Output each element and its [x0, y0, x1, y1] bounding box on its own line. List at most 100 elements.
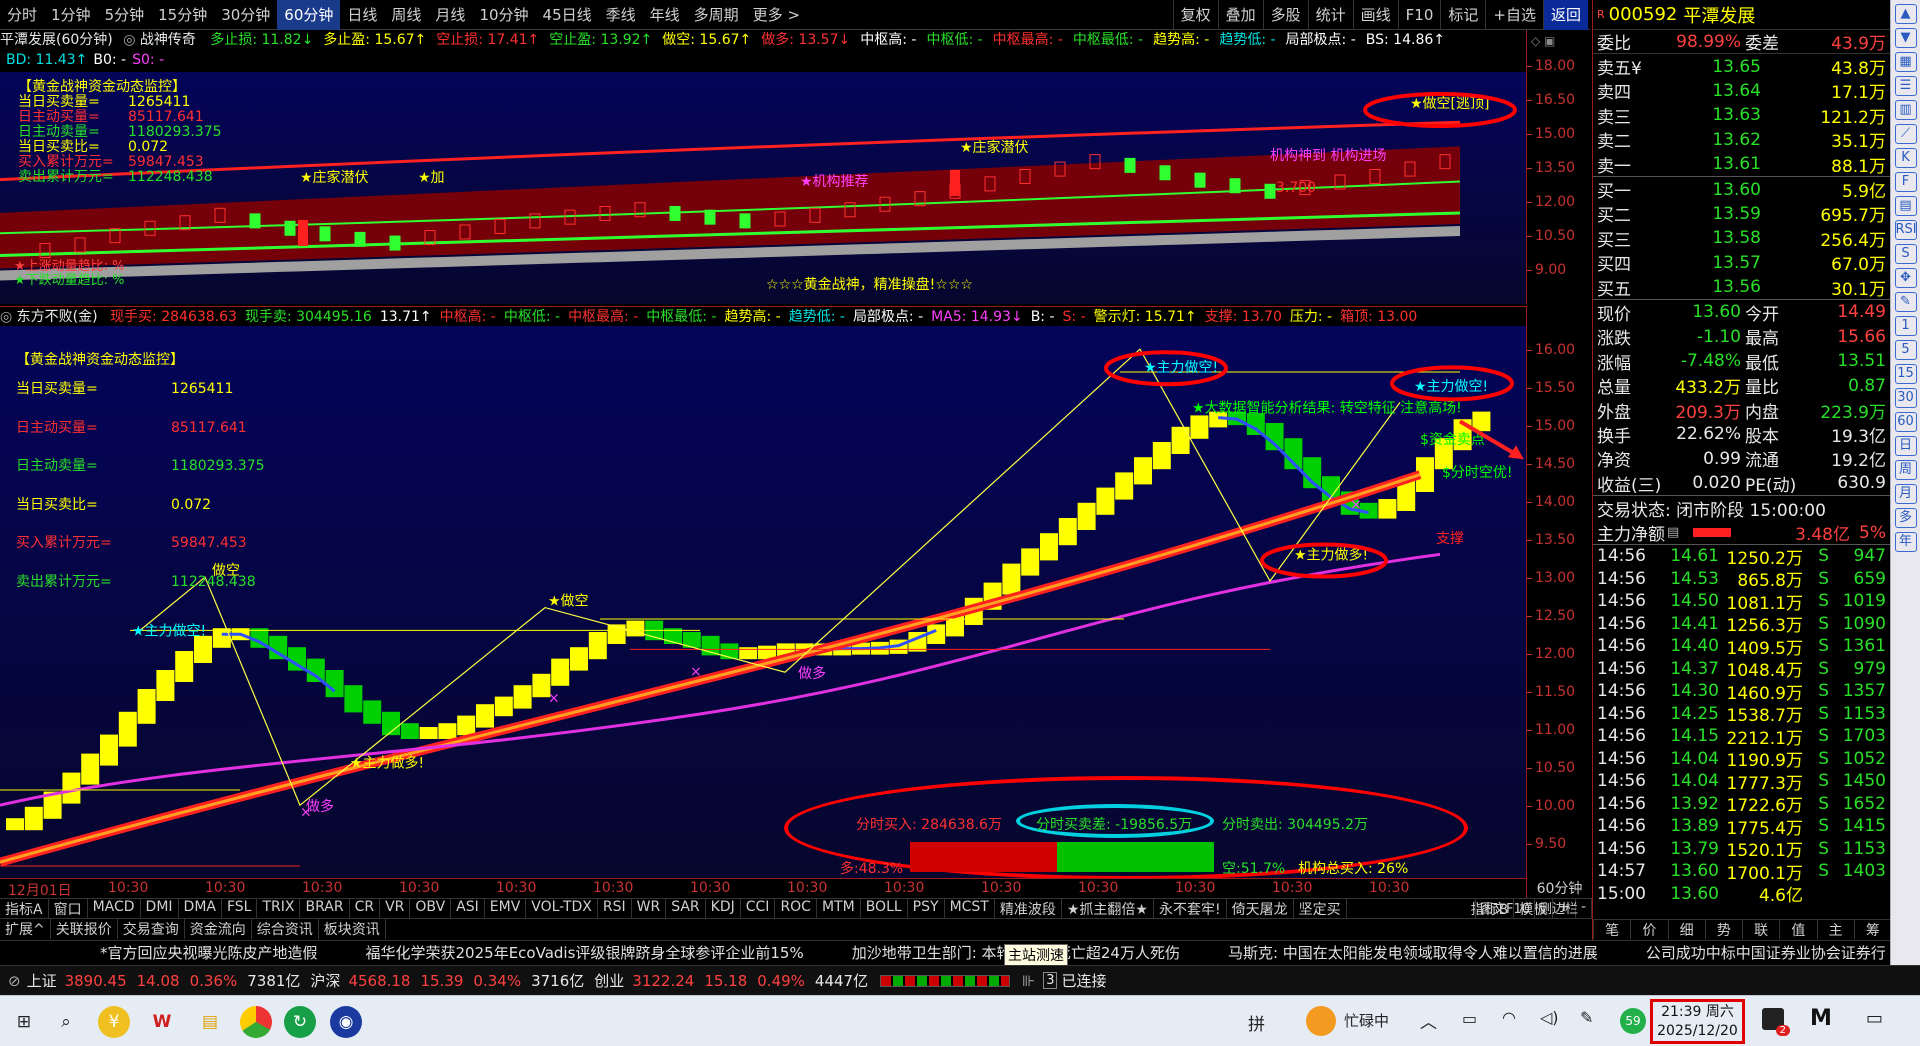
tool-button[interactable]: F10 — [1397, 0, 1441, 30]
sidebar-多-icon[interactable]: 多 — [1894, 508, 1917, 528]
indicator-tab[interactable]: TRIX — [257, 898, 301, 919]
indicator-tab[interactable]: VR — [380, 898, 411, 919]
indicator-tab[interactable]: 指标A — [0, 898, 49, 919]
sidebar-table-icon[interactable]: ▤ — [1894, 196, 1917, 216]
indicator-tab[interactable]: RSI — [598, 898, 632, 919]
lower-chart-panel[interactable]: ★主力做空! 做空 ★主力做多! 做多 ★做空 做多 ★主力做空! ★主力做多! ★大数据智能分… — [0, 326, 1526, 878]
tool-button[interactable]: 画线 — [1352, 0, 1398, 30]
chrome-icon[interactable] — [240, 1006, 272, 1038]
indicator-tab[interactable]: EMV — [485, 898, 527, 919]
period-tab[interactable]: 30分钟 — [214, 0, 277, 30]
tool-button[interactable]: 复权 — [1172, 0, 1218, 30]
sidebar-S-icon[interactable]: S — [1894, 244, 1917, 264]
status-settings-icon[interactable]: ⊘ — [8, 972, 21, 990]
panel-controls-icon[interactable]: ◇ ▣ — [1531, 34, 1555, 48]
action-center-icon[interactable]: ▭ — [1866, 1008, 1883, 1029]
volume-icon[interactable]: ◁) — [1540, 1008, 1559, 1027]
sidebar-周-icon[interactable]: 周 — [1894, 460, 1917, 480]
trading-app-icon[interactable]: ◉ — [330, 1006, 362, 1038]
indicator-tab[interactable]: VOL-TDX — [526, 898, 598, 919]
f10-tab[interactable]: 图文F10 — [1475, 898, 1534, 918]
period-tab[interactable]: 季线 — [599, 0, 643, 30]
bid-row[interactable]: 买二 13.59 695.7万 — [1593, 202, 1890, 227]
quote-tab[interactable]: 势 — [1704, 920, 1742, 939]
bottom-tab[interactable]: 板块资讯 — [319, 918, 386, 939]
period-tab[interactable]: 分时 — [0, 0, 44, 30]
period-tab[interactable]: 15分钟 — [151, 0, 214, 30]
chevron-up-icon[interactable]: ︿ — [1420, 1008, 1437, 1033]
windows-start-icon[interactable]: ⊞ — [8, 1006, 40, 1038]
indicator-name[interactable]: 战神传奇 — [140, 32, 196, 48]
quote-tab[interactable]: 主 — [1816, 920, 1854, 939]
sidebar-月-icon[interactable]: 月 — [1894, 484, 1917, 504]
sidebar-chart-icon[interactable]: ▥ — [1894, 100, 1917, 120]
indicator-tab[interactable]: 坚定买 — [1294, 898, 1347, 919]
indicator-tab[interactable]: ★抓主翻倍★ — [1062, 898, 1154, 919]
sidebar-down-arrow-icon[interactable]: ▼ — [1894, 28, 1917, 48]
sidebar-日-icon[interactable]: 日 — [1894, 436, 1917, 456]
ask-row[interactable]: 卖四 13.64 17.1万 — [1593, 79, 1890, 104]
indicator-tab[interactable]: KDJ — [706, 898, 741, 919]
period-tab[interactable]: 5分钟 — [98, 0, 152, 30]
connection-status[interactable]: 已连接 — [1061, 970, 1106, 991]
ask-row[interactable]: 卖三 13.63 121.2万 — [1593, 103, 1890, 128]
search-icon[interactable]: ⌕ — [50, 1006, 82, 1038]
ask-row[interactable]: 卖五¥ 13.65 43.8万 — [1593, 54, 1890, 80]
wifi-icon[interactable]: ◠ — [1502, 1008, 1516, 1027]
index3-name[interactable]: 创业 — [594, 970, 624, 991]
app-green-icon[interactable]: ↻ — [284, 1006, 316, 1038]
indicator-tab[interactable]: BRAR — [300, 898, 350, 919]
bid-row[interactable]: 买四 13.57 67.0万 — [1593, 251, 1890, 276]
sidebar-up-arrow-icon[interactable]: ▲ — [1894, 4, 1917, 24]
indicator-tab[interactable]: SAR — [666, 898, 706, 919]
quote-tab[interactable]: 价 — [1630, 920, 1667, 939]
quote-tab[interactable]: 值 — [1779, 920, 1816, 939]
app-coin-icon[interactable]: ¥ — [98, 1006, 130, 1038]
period-tab[interactable]: 10分钟 — [472, 0, 535, 30]
period-tab[interactable]: 多周期 — [687, 0, 746, 30]
settings-icon[interactable]: ◎ — [0, 309, 12, 325]
indicator-tab[interactable]: DMA — [179, 898, 222, 919]
news-item[interactable]: 福华化学荣获2025年EcoVadis评级银牌跻身全球参评企业前15% — [366, 941, 804, 965]
quote-tab[interactable]: 笔 — [1593, 920, 1630, 939]
indicator-tab[interactable]: CR — [350, 898, 381, 919]
index1-name[interactable]: 上证 — [27, 970, 57, 991]
tool-button[interactable]: 多股 — [1262, 0, 1308, 30]
indicator-name[interactable]: 东方不败(金) — [17, 309, 98, 325]
bottom-tab[interactable]: 扩展^ — [0, 918, 51, 939]
sidebar-5-icon[interactable]: 5 — [1894, 340, 1917, 360]
status-text[interactable]: 忙碌中 — [1344, 1010, 1389, 1031]
settings-icon[interactable]: ◎ — [123, 32, 135, 48]
tool-button[interactable]: 统计 — [1307, 0, 1353, 30]
sidebar-15-icon[interactable]: 15 — [1894, 364, 1917, 384]
sidebar-line-icon[interactable]: ⟋ — [1894, 124, 1917, 144]
clock[interactable]: 21:39 周六 2025/12/20 — [1650, 999, 1745, 1044]
indicator-tab[interactable]: FSL — [222, 898, 258, 919]
indicator-tab[interactable]: 精准波段 — [995, 898, 1062, 919]
indicator-tab[interactable]: 窗口 — [49, 898, 88, 919]
bottom-tab[interactable]: 交易查询 — [118, 918, 185, 939]
period-tab[interactable]: 周线 — [384, 0, 428, 30]
indicator-tab[interactable]: BOLL — [861, 898, 908, 919]
indicator-tab[interactable]: DMI — [141, 898, 179, 919]
indicator-tab[interactable]: MCST — [945, 898, 995, 919]
stock-code[interactable]: 000592 — [1609, 4, 1678, 25]
sidebar-list-icon[interactable]: ☰ — [1894, 76, 1917, 96]
indicator-tab[interactable]: 永不套牢! — [1154, 898, 1227, 919]
indicator-tab[interactable]: MTM — [817, 898, 861, 919]
quote-tab[interactable]: 筹 — [1853, 920, 1891, 939]
f10-tab[interactable]: 侧边栏 — [1534, 898, 1582, 918]
wps-icon[interactable]: W — [146, 1006, 178, 1038]
period-tag[interactable]: 60分钟 — [1526, 878, 1592, 898]
ask-row[interactable]: 卖一 13.61 88.1万 — [1593, 152, 1890, 177]
period-tab[interactable]: 年线 — [643, 0, 687, 30]
sidebar-30-icon[interactable]: 30 — [1894, 388, 1917, 408]
bottom-tab[interactable]: 资金流向 — [185, 918, 252, 939]
list-icon[interactable]: ▤ — [1667, 525, 1679, 540]
indicator-tab[interactable]: CCI — [741, 898, 776, 919]
tool-button[interactable]: 标记 — [1440, 0, 1485, 30]
temp-badge[interactable]: 59 — [1620, 1008, 1646, 1034]
bottom-tab[interactable]: 综合资讯 — [252, 918, 319, 939]
tool-button[interactable]: 叠加 — [1217, 0, 1263, 30]
period-tab[interactable]: 月线 — [428, 0, 472, 30]
